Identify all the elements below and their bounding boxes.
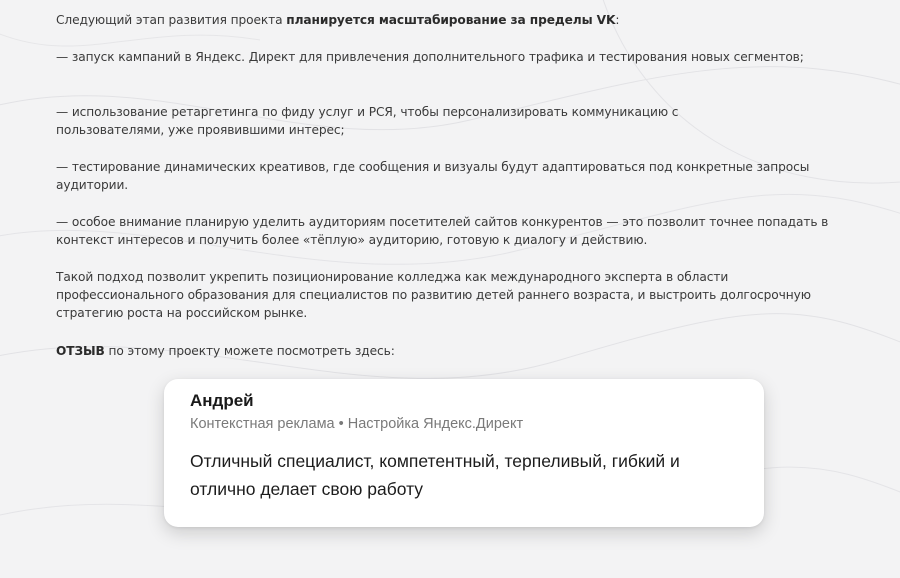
review-text: Отличный специалист, компетентный, терпе…: [190, 451, 680, 499]
bullet-item: — использование ретаргетинга по фиду усл…: [56, 105, 679, 137]
intro-paragraph: Следующий этап развития проекта планируе…: [56, 11, 876, 29]
intro-bold: планируется масштабирование за пределы V…: [286, 13, 616, 27]
review-link-paragraph: ОТЗЫВ по этому проекту можете посмотреть…: [56, 342, 876, 360]
intro-lead: Следующий этап развития проекта: [56, 13, 287, 27]
review-link-text: по этому проекту можете посмотреть здесь…: [104, 344, 395, 358]
review-card[interactable]: Андрей Контекстная реклама • Настройка Я…: [164, 379, 764, 527]
bullet-item: — запуск кампаний в Яндекс. Директ для п…: [56, 50, 804, 64]
conclusion-paragraph: Такой подход позволит укрепить позициони…: [56, 270, 811, 320]
bullet-item: — особое внимание планирую уделить аудит…: [56, 215, 829, 247]
intro-tail: :: [615, 13, 620, 27]
bullet-item: — тестирование динамических креативов, г…: [56, 160, 810, 192]
reviewer-name: Андрей: [190, 391, 254, 410]
review-meta: Контекстная реклама • Настройка Яндекс.Д…: [190, 416, 524, 432]
review-label: ОТЗЫВ: [56, 344, 105, 358]
